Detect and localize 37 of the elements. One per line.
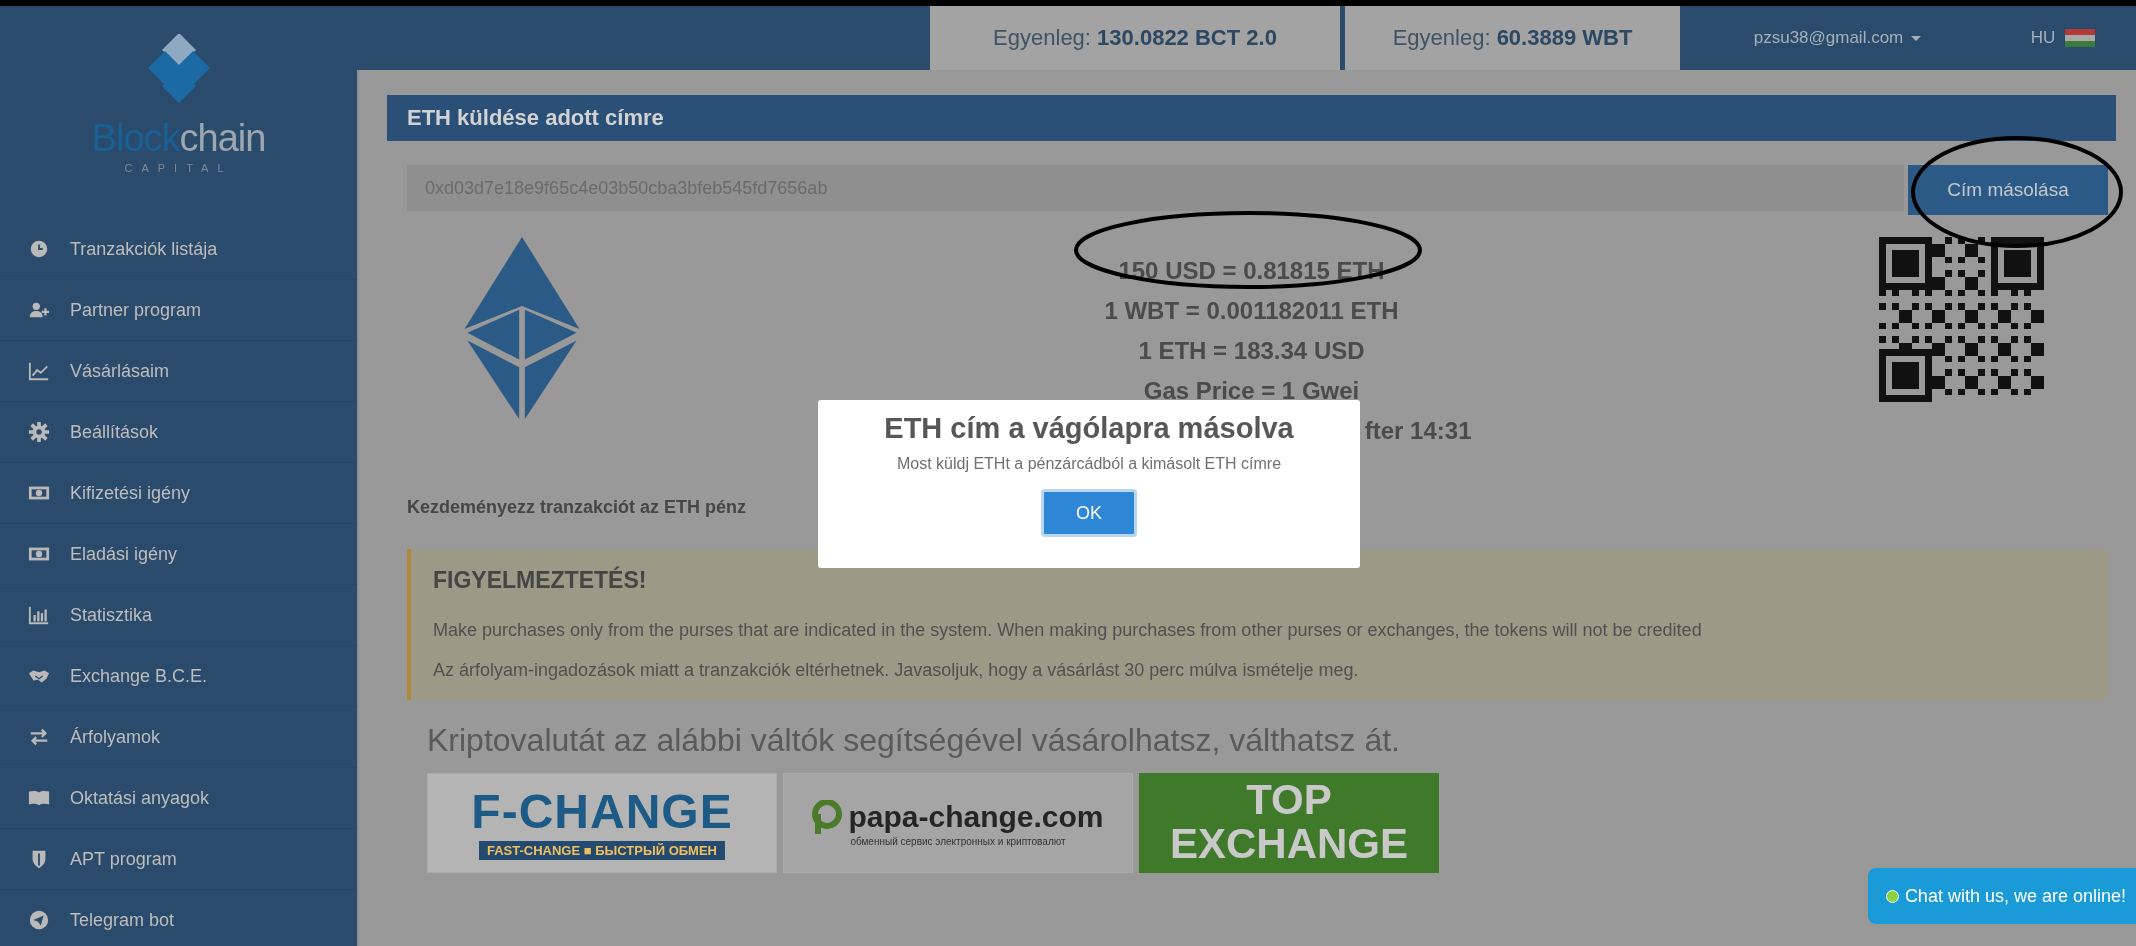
sidebar-item[interactable]: Beállítások	[0, 402, 357, 463]
dialog-message: Most küldj ETHt a pénzárcádból a kimásolt ETH címre	[896, 455, 1282, 473]
sidebar-item[interactable]: Oktatási anyagok	[0, 768, 357, 829]
sidebar-item[interactable]: Tranzakciók listája	[0, 219, 357, 280]
exchanger-banner[interactable]: TOP EXCHANGE	[1139, 773, 1439, 873]
logo-tagline: CAPITAL	[124, 162, 233, 174]
account-dropdown[interactable]: pzsu38@gmail.com	[1685, 6, 1990, 70]
arrows-icon	[28, 726, 50, 748]
chat-button[interactable]: Chat with us, we are online!	[1867, 868, 2136, 924]
line-chart-icon	[28, 360, 50, 382]
balance-display: Egyenleg: 130.0822 BCT 2.0	[930, 6, 1340, 70]
bar-chart-icon	[28, 604, 50, 626]
exchange-rate-text: fter 14:31	[1364, 416, 1472, 446]
ok-button[interactable]: OK	[1041, 489, 1137, 537]
exchangers-heading: Kriptovalutát az alábbi váltók segítségével vásárolhatsz, válthatsz át.	[427, 722, 1401, 759]
online-status-icon	[1885, 889, 1899, 903]
panel-title: ETH küldése adott címre	[387, 95, 2116, 141]
balance-display: Egyenleg: 60.3889 WBT	[1345, 6, 1680, 70]
gear-icon	[28, 421, 50, 443]
exchange-rate-text: Gas Price = 1 Gwei	[1143, 376, 1360, 406]
exchange-rate-text: 1 ETH = 183.34 USD	[1138, 336, 1365, 366]
dialog-title: ETH cím a vágólapra másolva	[884, 412, 1294, 445]
flag-icon	[2065, 29, 2096, 47]
paper-plane-icon	[28, 909, 50, 931]
language-selector[interactable]: HU	[1990, 6, 2136, 70]
exchanger-banner[interactable]: papa-change.com обменный сервис электронных и криптовалют	[783, 773, 1133, 873]
warning-title: FIGYELMEZTETÉS!	[433, 567, 648, 594]
sidebar-item[interactable]: Eladási igény	[0, 524, 357, 585]
copy-address-button[interactable]: Cím másolása	[1908, 165, 2108, 215]
warning-text: Az árfolyam-ingadozások miatt a tranzakciók eltérhetnek. Javasoljuk, hogy a vásárlást 30 perc múlva ismételje meg.	[433, 659, 1360, 682]
sidebar-item[interactable]: Kifizetési igény	[0, 463, 357, 524]
warning-text: Make purchases only from the purses that are indicated in the system. When making purchases from other purses or exchanges, the tokens will not be credited	[433, 619, 1703, 642]
ethereum-logo-icon	[463, 237, 581, 419]
exchanger-banner[interactable]: F-CHANGE FAST-CHANGE ■ БЫСТРЫЙ ОБМЕН	[427, 773, 777, 873]
instruction-text: Kezdeményezz tranzakciót az ETH pénz	[407, 497, 747, 519]
exchange-rate-text: 1 WBT = 0.001182011 ETH	[1104, 296, 1399, 326]
clock-icon	[28, 238, 50, 260]
